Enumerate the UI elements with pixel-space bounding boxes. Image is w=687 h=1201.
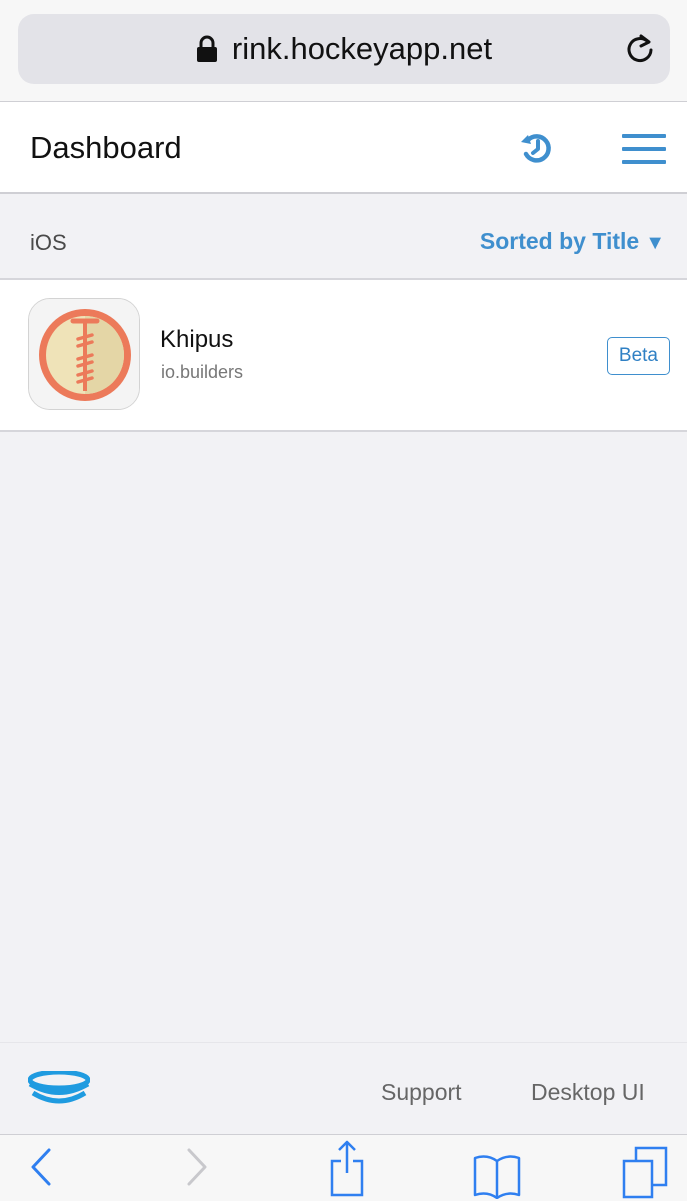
tabs-icon[interactable]: [622, 1145, 668, 1199]
app-header: Dashboard: [0, 102, 687, 194]
desktop-ui-link[interactable]: Desktop UI: [531, 1079, 645, 1106]
sort-toggle-button[interactable]: Sorted by Title ▼: [480, 228, 665, 255]
sort-label: Sorted by Title: [479, 228, 640, 254]
beta-badge-label: Beta: [618, 345, 658, 366]
platform-section-title: iOS: [30, 230, 67, 255]
khipus-app-icon: [28, 298, 140, 410]
hamburger-menu-icon[interactable]: [622, 134, 666, 164]
khipus-logo-graphic: [29, 299, 139, 409]
section-header: iOS Sorted by Title ▼: [0, 194, 687, 280]
support-link[interactable]: Support: [381, 1079, 462, 1106]
url-display: rink.hockeyapp.net: [18, 14, 670, 84]
history-icon[interactable]: [519, 130, 555, 166]
reload-icon[interactable]: [624, 33, 656, 65]
app-bundle-id: io.builders: [161, 362, 244, 382]
hockeyapp-logo-icon[interactable]: [28, 1071, 90, 1107]
url-text: rink.hockeyapp.net: [231, 31, 493, 66]
page-title: Dashboard: [30, 130, 182, 165]
beta-badge[interactable]: Beta: [606, 337, 670, 375]
app-list-item[interactable]: Khipus io.builders Beta: [0, 280, 687, 432]
sort-arrow-icon: ▼: [645, 232, 665, 254]
browser-address-area: rink.hockeyapp.net: [0, 0, 687, 102]
back-icon[interactable]: [30, 1147, 52, 1187]
page-footer: Support Desktop UI: [0, 1042, 687, 1134]
share-icon[interactable]: [330, 1139, 364, 1197]
url-bar[interactable]: rink.hockeyapp.net: [18, 14, 670, 84]
bookmarks-icon[interactable]: [473, 1153, 521, 1199]
lock-icon: [196, 35, 217, 62]
browser-toolbar: [0, 1134, 687, 1201]
forward-icon[interactable]: [186, 1147, 208, 1187]
app-name: Khipus: [160, 326, 234, 353]
